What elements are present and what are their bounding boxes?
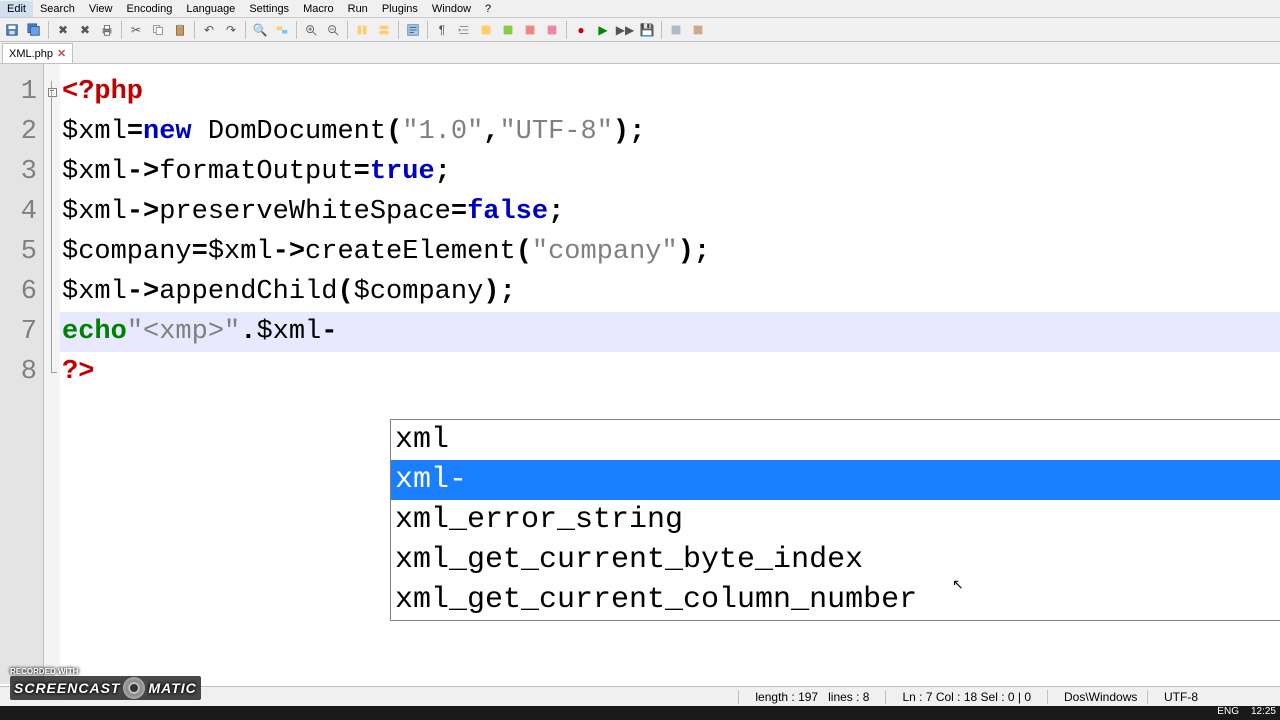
tb-btn-c[interactable] [520, 20, 540, 40]
tb-btn-b[interactable] [498, 20, 518, 40]
code-line[interactable]: <?php [60, 72, 1280, 112]
toolbar-separator [296, 21, 297, 39]
toolbar-separator [48, 21, 49, 39]
code-line[interactable]: echo"<xmp>".$xml- [60, 312, 1280, 352]
line-number-gutter: 1 2 3 4 5 6 7 8 [0, 64, 44, 684]
line-number: 8 [0, 352, 43, 392]
toolbar-separator [661, 21, 662, 39]
tb-btn-f[interactable] [688, 20, 708, 40]
code-area[interactable]: <?php $xml=new DomDocument("1.0","UTF-8"… [60, 64, 1280, 684]
fold-collapse-icon[interactable]: − [48, 88, 57, 97]
toolbar-separator [194, 21, 195, 39]
find-icon[interactable]: 🔍 [250, 20, 270, 40]
menu-encoding[interactable]: Encoding [119, 1, 179, 17]
line-number: 5 [0, 232, 43, 272]
macro-stop-icon[interactable]: ▶▶ [615, 20, 635, 40]
autocomplete-item[interactable]: xml- [391, 460, 1280, 500]
line-number: 6 [0, 272, 43, 312]
menu-help[interactable]: ? [478, 1, 498, 17]
close-all-icon[interactable]: ✖ [75, 20, 95, 40]
tray-language[interactable]: ENG [1217, 706, 1239, 717]
autocomplete-popup: xml xml- xml_error_string xml_get_curren… [390, 419, 1280, 621]
line-number: 3 [0, 152, 43, 192]
taskbar: ENG 12:25 [0, 706, 1280, 720]
toolbar-separator [566, 21, 567, 39]
fold-margin: − [44, 64, 60, 684]
save-icon[interactable] [2, 20, 22, 40]
replace-icon[interactable] [272, 20, 292, 40]
code-line[interactable]: $xml->preserveWhiteSpace=false; [60, 192, 1280, 232]
menu-edit[interactable]: Edit [0, 1, 33, 17]
show-chars-icon[interactable]: ¶ [432, 20, 452, 40]
tab-file[interactable]: XML.php ✕ [2, 43, 73, 63]
toolbar-separator [398, 21, 399, 39]
line-number: 7 [0, 312, 43, 352]
undo-icon[interactable]: ↶ [199, 20, 219, 40]
code-line[interactable]: $company=$xml->createElement("company"); [60, 232, 1280, 272]
menu-run[interactable]: Run [341, 1, 375, 17]
menu-bar: Edit Search View Encoding Language Setti… [0, 0, 1280, 18]
autocomplete-item[interactable]: xml_get_current_byte_index [391, 540, 1280, 580]
toolbar-separator [427, 21, 428, 39]
tab-close-icon[interactable]: ✕ [57, 47, 66, 60]
close-icon[interactable]: ✖ [53, 20, 73, 40]
code-line[interactable]: ?> [60, 352, 1280, 392]
menu-language[interactable]: Language [179, 1, 242, 17]
toolbar-separator [121, 21, 122, 39]
watermark-recorded: RECORDED WITH [10, 667, 201, 676]
autocomplete-item[interactable]: xml_error_string [391, 500, 1280, 540]
macro-play-icon[interactable]: ▶ [593, 20, 613, 40]
tb-btn-d[interactable] [542, 20, 562, 40]
tb-btn-e[interactable] [666, 20, 686, 40]
system-tray: ENG 12:25 [1217, 706, 1276, 717]
macro-save-icon[interactable]: 💾 [637, 20, 657, 40]
menu-settings[interactable]: Settings [242, 1, 296, 17]
menu-view[interactable]: View [82, 1, 120, 17]
tray-time[interactable]: 12:25 [1251, 706, 1276, 717]
line-number: 4 [0, 192, 43, 232]
cut-icon[interactable]: ✂ [126, 20, 146, 40]
status-encoding: UTF-8 [1147, 690, 1247, 704]
status-position: Ln : 7 Col : 18 Sel : 0 | 0 [885, 690, 1047, 704]
tb-btn-a[interactable] [476, 20, 496, 40]
redo-icon[interactable]: ↷ [221, 20, 241, 40]
save-all-icon[interactable] [24, 20, 44, 40]
wordwrap-icon[interactable] [403, 20, 423, 40]
code-line[interactable]: $xml=new DomDocument("1.0","UTF-8"); [60, 112, 1280, 152]
sync-h-icon[interactable] [374, 20, 394, 40]
tab-label: XML.php [9, 48, 53, 60]
menu-search[interactable]: Search [33, 1, 82, 17]
status-length: length : 197 lines : 8 [738, 690, 885, 704]
zoom-out-icon[interactable] [323, 20, 343, 40]
code-line[interactable]: $xml->formatOutput=true; [60, 152, 1280, 192]
menu-window[interactable]: Window [425, 1, 478, 17]
toolbar-separator [347, 21, 348, 39]
toolbar-separator [245, 21, 246, 39]
code-line[interactable]: $xml->appendChild($company); [60, 272, 1280, 312]
indent-icon[interactable] [454, 20, 474, 40]
watermark-circle-icon [123, 677, 145, 699]
line-number: 1 [0, 72, 43, 112]
autocomplete-item[interactable]: xml [391, 420, 1280, 460]
menu-macro[interactable]: Macro [296, 1, 341, 17]
toolbar: ✖ ✖ ✂ ↶ ↷ 🔍 ¶ ● ▶ ▶▶ 💾 [0, 18, 1280, 42]
paste-icon[interactable] [170, 20, 190, 40]
line-number: 2 [0, 112, 43, 152]
autocomplete-item[interactable]: xml_get_current_column_number [391, 580, 1280, 620]
menu-plugins[interactable]: Plugins [375, 1, 425, 17]
tab-bar: XML.php ✕ [0, 42, 1280, 64]
watermark: RECORDED WITH SCREENCAST MATIC [10, 667, 201, 700]
print-icon[interactable] [97, 20, 117, 40]
watermark-logo: SCREENCAST MATIC [10, 676, 201, 700]
macro-record-icon[interactable]: ● [571, 20, 591, 40]
editor[interactable]: 1 2 3 4 5 6 7 8 − <?php $xml=new DomDocu… [0, 64, 1280, 684]
sync-v-icon[interactable] [352, 20, 372, 40]
status-eol: Dos\Windows [1047, 690, 1147, 704]
mouse-cursor-icon: ↖ [952, 577, 964, 594]
copy-icon[interactable] [148, 20, 168, 40]
zoom-in-icon[interactable] [301, 20, 321, 40]
